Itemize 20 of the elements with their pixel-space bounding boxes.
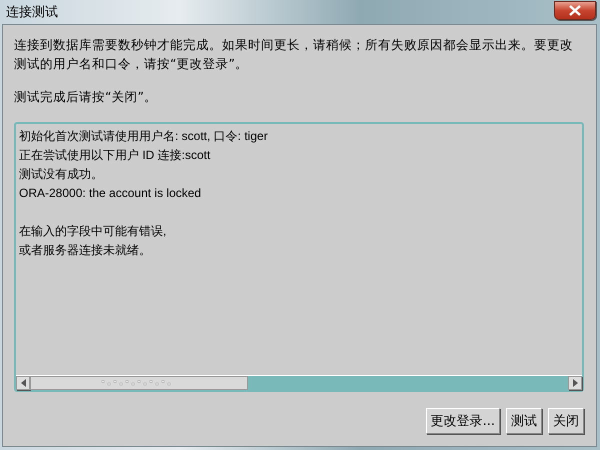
scroll-right-button[interactable] [568, 376, 582, 390]
output-line: 或者服务器连接未就绪。 [19, 242, 152, 259]
instruction-text: 测试完成后请按“关闭”。 [14, 88, 158, 106]
output-line: 初始化首次测试请使用用户名: scott, 口令: tiger [19, 128, 269, 145]
output-line: 正在尝试使用以下用户 ID 连接:scott [19, 147, 212, 164]
output-line: 测试没有成功。 [19, 166, 104, 183]
test-button[interactable]: 测试 [506, 408, 542, 434]
output-line: ORA-28000: the account is locked [19, 185, 202, 202]
right-arrow-icon [572, 379, 578, 387]
close-dialog-button[interactable]: 关闭 [548, 408, 584, 434]
scroll-thumb[interactable] [30, 376, 248, 390]
horizontal-scrollbar[interactable] [16, 375, 582, 390]
left-arrow-icon [20, 379, 26, 387]
window-title: 连接测试 [6, 4, 58, 21]
close-icon [569, 4, 581, 16]
change-login-button[interactable]: 更改登录... [426, 408, 500, 434]
close-button[interactable] [554, 0, 596, 20]
instruction-text: 连接到数据库需要数秒钟才能完成。如果时间更长，请稍候；所有失败原因都会显示出来。要更改测试的用户名和口令，请按“更改登录”。 [14, 36, 574, 73]
scroll-left-button[interactable] [16, 376, 30, 390]
output-line: 在输入的字段中可能有错误, [19, 223, 168, 240]
